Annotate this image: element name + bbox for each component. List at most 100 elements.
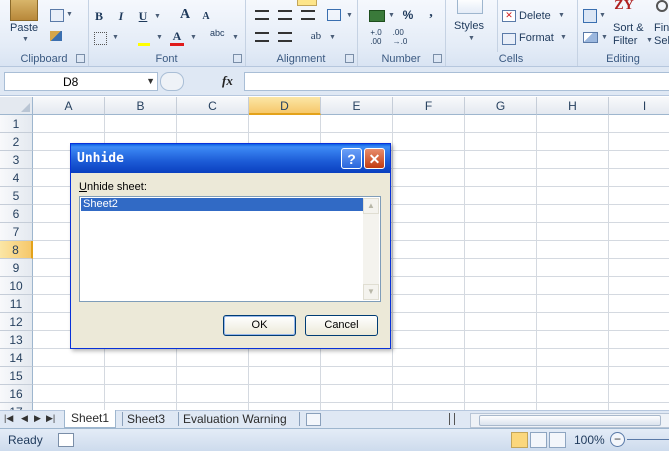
macro-record-icon[interactable]	[58, 433, 74, 447]
row-header-13[interactable]: 13	[0, 331, 33, 349]
insert-sheet-icon[interactable]	[306, 413, 321, 426]
page-layout-view-button[interactable]	[530, 432, 547, 448]
list-vertical-scrollbar[interactable]: ▲ ▼	[363, 198, 379, 300]
row-header-16[interactable]: 16	[0, 385, 33, 403]
font-color-icon[interactable]: A	[170, 29, 184, 46]
row-header-14[interactable]: 14	[0, 349, 33, 367]
row-header-3[interactable]: 3	[0, 151, 33, 169]
clipboard-launcher-icon[interactable]	[76, 54, 85, 63]
name-box[interactable]: D8 ▼	[4, 72, 158, 91]
comma-button[interactable]: ,	[425, 5, 437, 20]
row-header-15[interactable]: 15	[0, 367, 33, 385]
wrap-text-button[interactable]	[297, 0, 317, 6]
paste-button[interactable]: Paste	[10, 22, 38, 34]
row-header-4[interactable]: 4	[0, 169, 33, 187]
fill-color-icon[interactable]	[138, 31, 150, 46]
prev-sheet-icon[interactable]: ◀	[21, 413, 28, 424]
accounting-dropdown-icon[interactable]: ▼	[388, 12, 395, 19]
first-sheet-icon[interactable]: |◀	[4, 413, 13, 424]
dialog-title-bar[interactable]: Unhide ? ✕	[71, 144, 390, 173]
grow-font-button[interactable]: A	[178, 7, 192, 22]
column-header-b[interactable]: B	[105, 97, 177, 115]
orientation-icon[interactable]: ab	[307, 29, 325, 43]
row-header-2[interactable]: 2	[0, 133, 33, 151]
find-select-button-line1[interactable]: Fin	[654, 22, 669, 34]
copy-dropdown-icon[interactable]: ▼	[66, 11, 73, 18]
row-header-8[interactable]: 8	[0, 241, 33, 259]
name-box-dropdown-icon[interactable]: ▼	[146, 76, 155, 86]
merge-dropdown-icon[interactable]: ▼	[346, 12, 353, 19]
row-header-7[interactable]: 7	[0, 223, 33, 241]
row-header-5[interactable]: 5	[0, 187, 33, 205]
paste-icon[interactable]	[10, 0, 38, 21]
clear-icon[interactable]	[583, 32, 598, 43]
format-icon[interactable]	[502, 33, 516, 45]
orientation-dropdown-icon[interactable]: ▼	[329, 34, 336, 41]
formula-bar-splitter-icon[interactable]	[160, 72, 184, 91]
row-header-17[interactable]: 17	[0, 403, 33, 410]
merge-center-icon[interactable]	[327, 9, 341, 21]
italic-button[interactable]: I	[114, 9, 128, 23]
row-header-12[interactable]: 12	[0, 313, 33, 331]
last-sheet-icon[interactable]: ▶|	[46, 413, 55, 424]
insert-function-button[interactable]: fx	[222, 73, 233, 89]
close-button[interactable]: ✕	[364, 148, 385, 169]
normal-view-button[interactable]	[511, 432, 528, 448]
fill-color-dropdown-icon[interactable]: ▼	[156, 34, 163, 41]
column-header-a[interactable]: A	[33, 97, 105, 115]
scroll-up-icon[interactable]: ▲	[363, 198, 379, 214]
bold-button[interactable]: B	[92, 9, 106, 23]
align-center-icon[interactable]	[278, 10, 292, 20]
column-header-i[interactable]: I	[609, 97, 669, 115]
sort-filter-button-line1[interactable]: Sort &	[613, 22, 644, 34]
zoom-out-icon[interactable]: −	[610, 432, 625, 447]
column-header-e[interactable]: E	[321, 97, 393, 115]
horizontal-scrollbar[interactable]	[470, 413, 669, 428]
styles-dropdown-icon[interactable]: ▼	[468, 35, 475, 42]
accounting-format-icon[interactable]	[369, 10, 385, 22]
paste-dropdown-icon[interactable]: ▼	[22, 36, 29, 43]
increase-indent-icon[interactable]	[278, 32, 292, 42]
cancel-button[interactable]: Cancel	[305, 315, 378, 336]
delete-button[interactable]: Delete	[519, 10, 551, 22]
format-button[interactable]: Format	[519, 32, 554, 44]
styles-icon[interactable]	[457, 0, 483, 14]
column-header-d[interactable]: D	[249, 97, 321, 115]
clear-dropdown-icon[interactable]: ▼	[601, 34, 608, 41]
sheet-list[interactable]: Sheet2 ▲ ▼	[79, 196, 381, 302]
column-header-h[interactable]: H	[537, 97, 609, 115]
font-launcher-icon[interactable]	[233, 54, 242, 63]
sheet-tab-sheet3[interactable]: Sheet3	[121, 411, 171, 427]
row-header-9[interactable]: 9	[0, 259, 33, 277]
format-dropdown-icon[interactable]: ▼	[560, 34, 567, 41]
formula-input[interactable]	[244, 72, 669, 91]
horizontal-scroll-thumb[interactable]	[479, 415, 661, 426]
next-sheet-icon[interactable]: ▶	[34, 413, 41, 424]
autosum-icon[interactable]	[583, 9, 597, 23]
help-button[interactable]: ?	[341, 148, 362, 169]
find-select-icon[interactable]	[656, 0, 668, 12]
alignment-launcher-icon[interactable]	[345, 54, 354, 63]
sheet-tab-sheet1[interactable]: Sheet1	[64, 410, 117, 428]
shrink-font-button[interactable]: A	[200, 10, 212, 22]
sort-filter-dropdown-icon[interactable]: ▼	[646, 37, 653, 44]
decrease-decimal-button[interactable]: .00 →.0	[391, 28, 409, 46]
decrease-indent-icon[interactable]	[255, 32, 269, 42]
sheet-tab-evaluation-warning[interactable]: Evaluation Warning	[177, 411, 293, 427]
underline-dropdown-icon[interactable]: ▼	[154, 13, 161, 20]
borders-icon[interactable]	[94, 32, 107, 45]
underline-button[interactable]: U	[136, 9, 150, 23]
row-header-11[interactable]: 11	[0, 295, 33, 313]
column-header-c[interactable]: C	[177, 97, 249, 115]
sort-filter-icon[interactable]: ZY	[614, 0, 633, 14]
borders-dropdown-icon[interactable]: ▼	[112, 34, 119, 41]
align-right-icon[interactable]	[301, 10, 315, 20]
font-color-dropdown-icon[interactable]: ▼	[190, 34, 197, 41]
row-header-1[interactable]: 1	[0, 115, 33, 133]
percent-button[interactable]: %	[401, 8, 415, 22]
styles-button[interactable]: Styles	[454, 20, 484, 32]
row-header-10[interactable]: 10	[0, 277, 33, 295]
ok-button[interactable]: OK	[223, 315, 296, 336]
format-painter-icon[interactable]	[50, 31, 62, 41]
select-all-button[interactable]	[0, 97, 33, 115]
